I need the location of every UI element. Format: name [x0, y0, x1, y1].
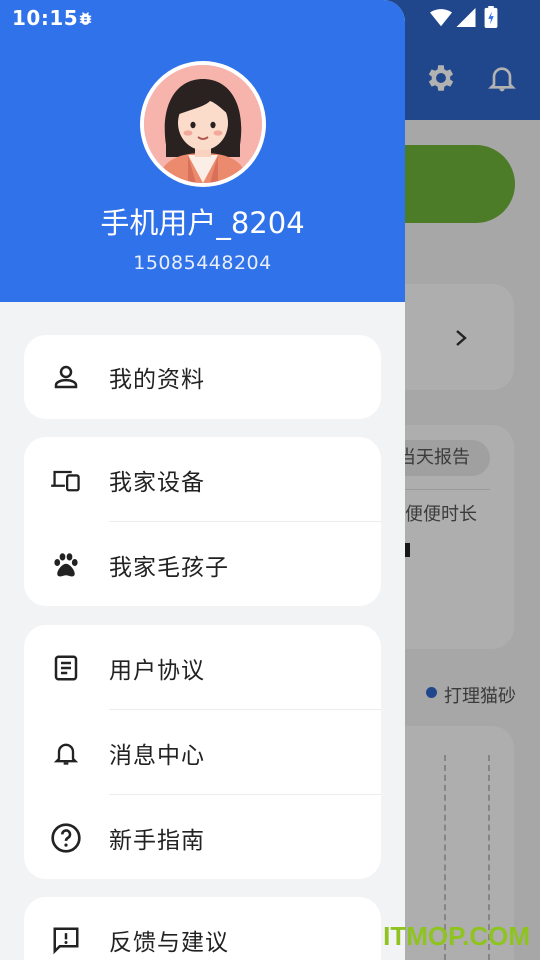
help-circle-icon — [50, 822, 82, 854]
menu-item-user-agreement[interactable]: 用户协议 — [24, 625, 381, 710]
wifi-icon — [430, 9, 452, 27]
paw-icon — [50, 549, 82, 581]
document-icon — [50, 652, 82, 684]
menu-card-info: 用户协议 消息中心 新手指南 — [24, 625, 381, 879]
status-bar: 10:15 — [0, 0, 540, 36]
menu-item-label: 反馈与建议 — [109, 929, 229, 956]
person-icon — [50, 361, 82, 393]
drawer-header: 手机用户_8204 15085448204 — [0, 0, 405, 302]
navigation-drawer: 手机用户_8204 15085448204 我的资料 我家设备 我家毛孩子 用户… — [0, 0, 405, 960]
avatar-illustration — [144, 65, 262, 183]
avatar[interactable] — [140, 61, 266, 187]
menu-item-label: 我家设备 — [109, 469, 205, 496]
menu-item-beginner-guide[interactable]: 新手指南 — [24, 795, 381, 879]
phone-number: 15085448204 — [133, 252, 272, 274]
bell-icon — [50, 737, 82, 769]
menu-item-feedback[interactable]: 反馈与建议 — [24, 897, 381, 960]
menu-item-label: 用户协议 — [109, 657, 205, 684]
battery-charging-icon — [484, 6, 498, 28]
username: 手机用户_8204 — [100, 206, 305, 240]
menu-item-label: 新手指南 — [109, 827, 205, 854]
menu-item-label: 我家毛孩子 — [109, 554, 229, 581]
menu-card-home: 我家设备 我家毛孩子 — [24, 437, 381, 606]
menu-card-feedback: 反馈与建议 — [24, 897, 381, 960]
devices-icon — [50, 464, 82, 496]
status-time: 10:15 — [12, 6, 79, 30]
menu-item-my-profile[interactable]: 我的资料 — [24, 335, 381, 419]
menu-item-label: 我的资料 — [109, 367, 205, 393]
menu-item-my-pets[interactable]: 我家毛孩子 — [24, 522, 381, 606]
watermark-text: ITMOP.COM — [383, 921, 530, 951]
debug-bug-icon — [79, 12, 92, 25]
menu-card-profile: 我的资料 — [24, 335, 381, 419]
menu-item-my-devices[interactable]: 我家设备 — [24, 437, 381, 522]
feedback-icon — [50, 924, 82, 956]
menu-item-label: 消息中心 — [109, 742, 205, 769]
menu-item-message-center[interactable]: 消息中心 — [24, 710, 381, 795]
signal-icon — [456, 8, 476, 27]
